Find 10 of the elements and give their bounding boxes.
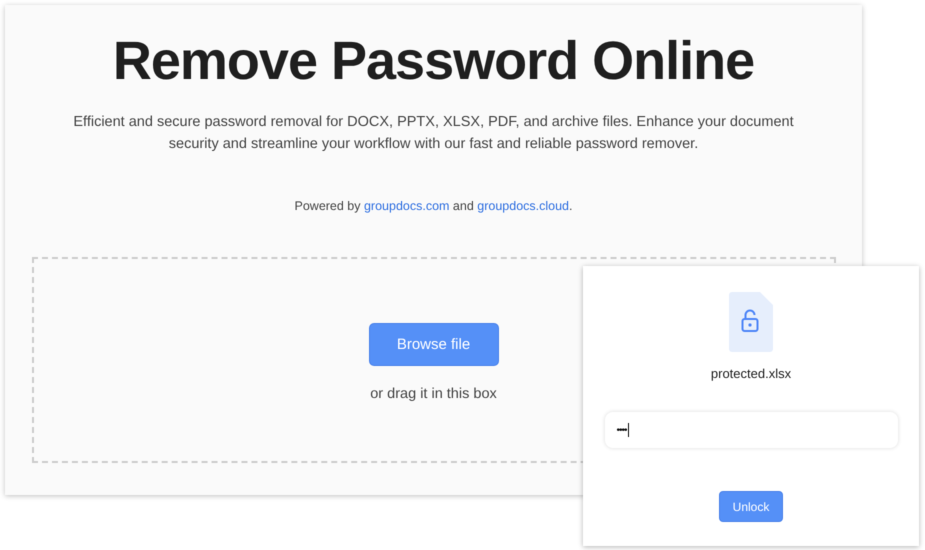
link[interactable]: groupdocs.cloud [477, 199, 569, 213]
file-name: protected.xlsx [710, 366, 792, 381]
browse-file-button[interactable]: Browse file [368, 323, 498, 366]
unlock-button[interactable]: Unlock [719, 491, 783, 522]
file-lock-icon [729, 292, 773, 352]
drag-hint: or drag it in this box [370, 386, 497, 402]
powered-by-text: Powered by groupdocs.com and groupdocs.cloud. [294, 199, 572, 213]
link[interactable]: groupdocs.com [364, 199, 450, 213]
page-title: Remove Password Online [112, 31, 754, 91]
description-text: Efficient and secure password removal for DOCX, PPTX, XLSX, PDF, and archive files. Enhance your document security and streamline your workflow with our fast and reliable password remover. [72, 113, 795, 154]
